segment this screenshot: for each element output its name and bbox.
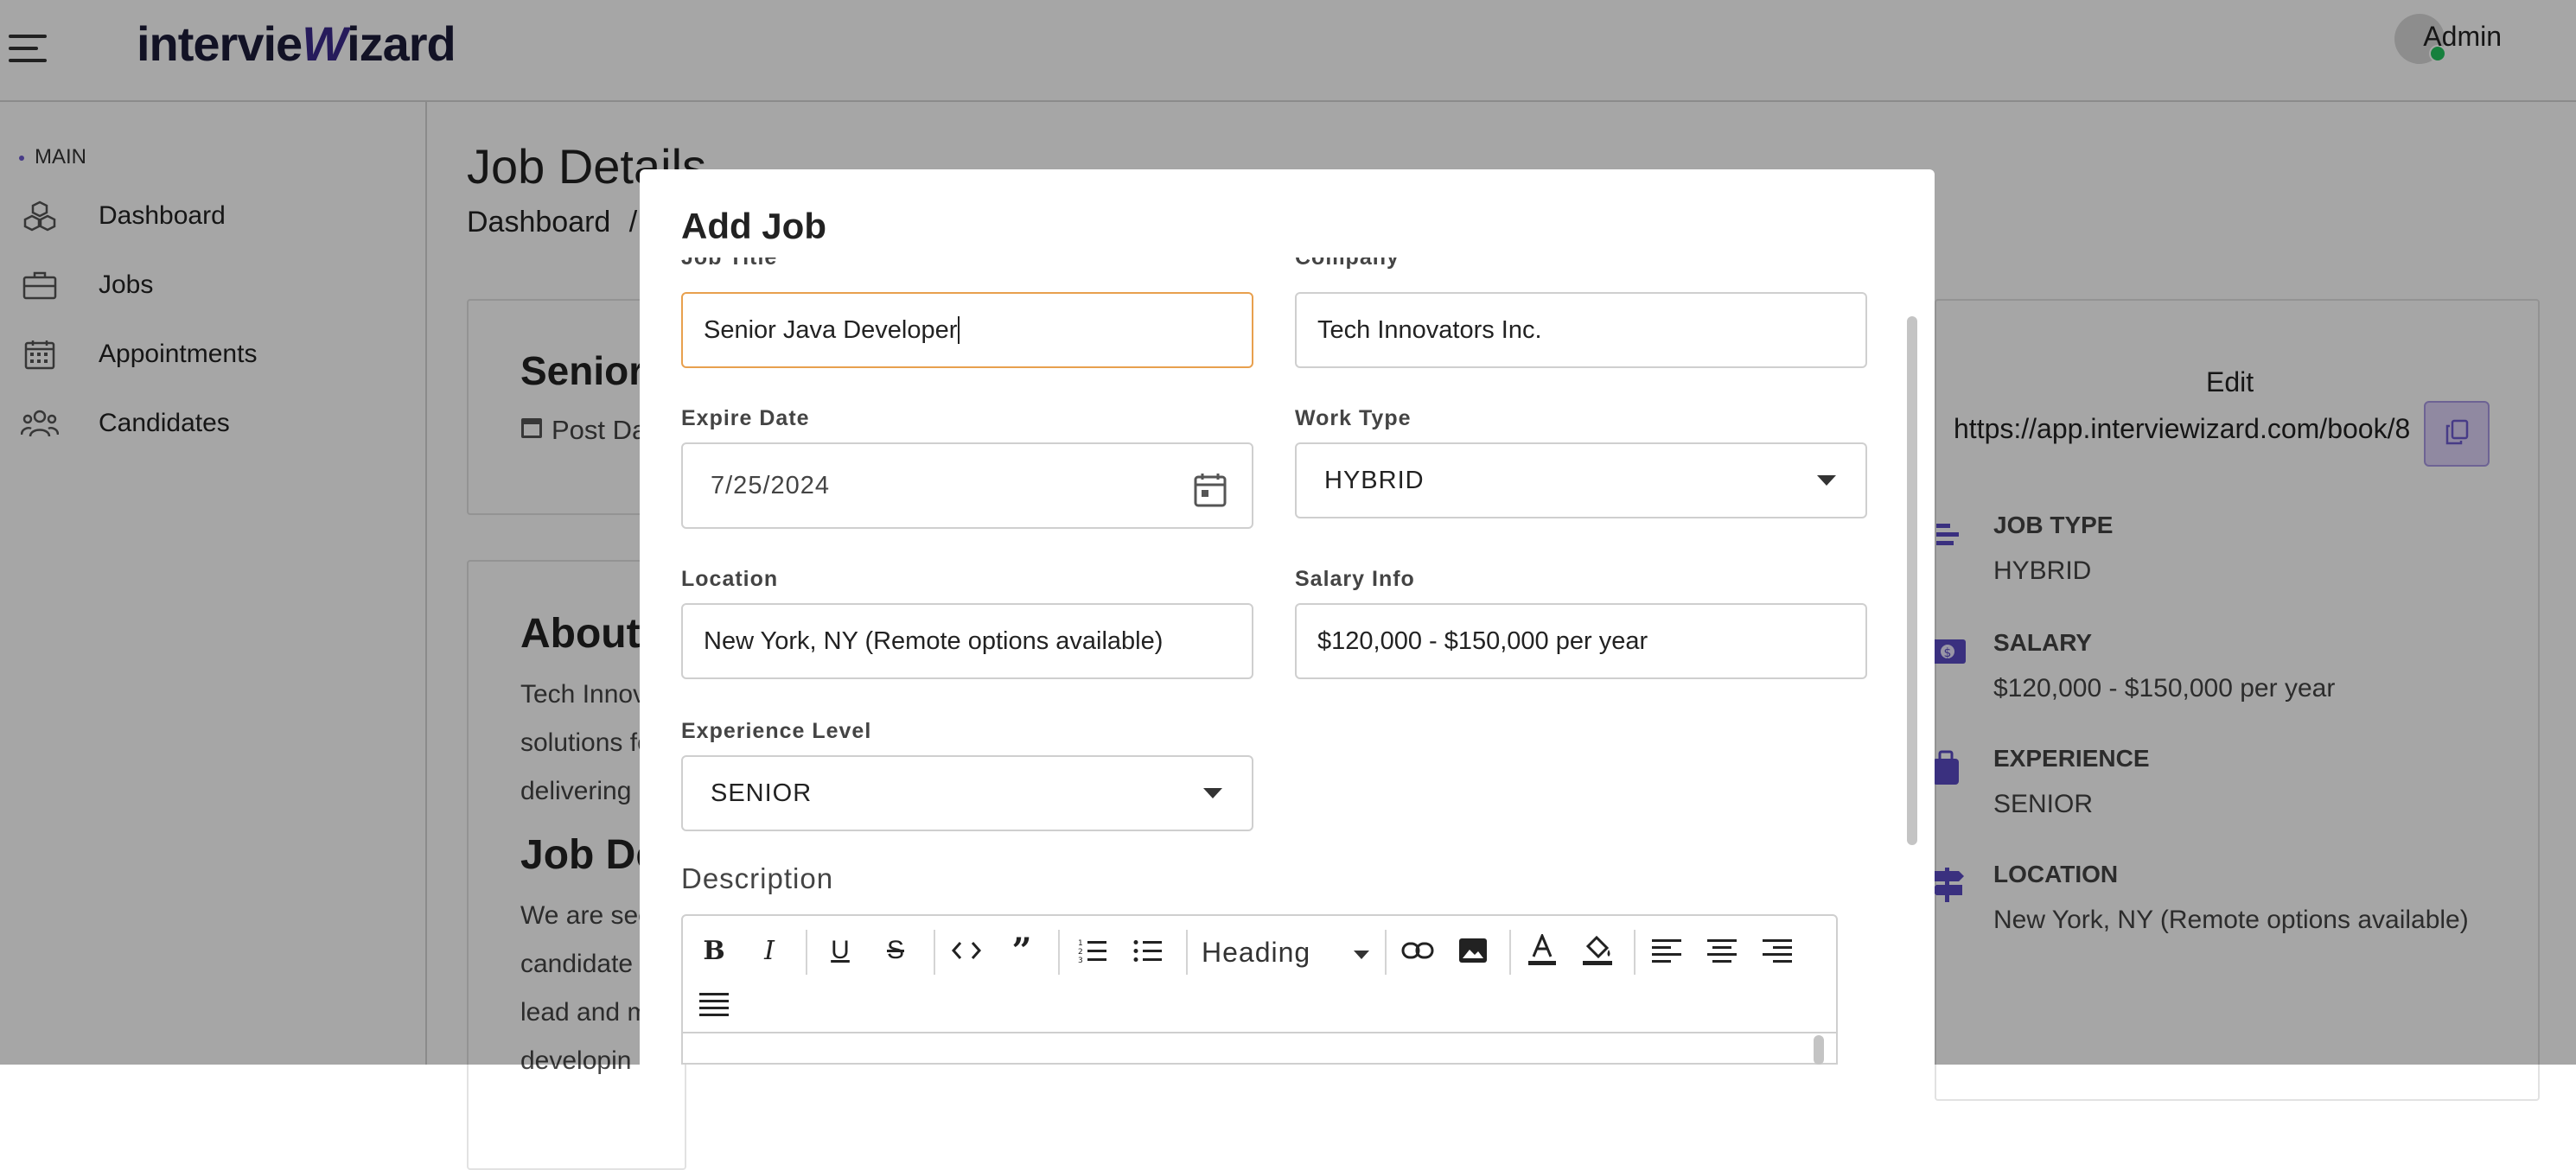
work-type-label: Work Type xyxy=(1295,406,1412,430)
job-title-input[interactable]: Senior Java Developer xyxy=(681,292,1253,368)
modal-scrollbar-thumb[interactable] xyxy=(1907,316,1917,845)
calendar-icon[interactable] xyxy=(1193,472,1227,515)
svg-text:1: 1 xyxy=(1078,939,1083,948)
chevron-down-icon xyxy=(1354,951,1369,959)
salary-info-input[interactable]: $120,000 - $150,000 per year xyxy=(1295,603,1867,679)
link-icon[interactable] xyxy=(1399,932,1437,970)
highlight-color-icon[interactable] xyxy=(1578,932,1616,970)
company-input[interactable]: Tech Innovators Inc. xyxy=(1295,292,1867,368)
italic-icon[interactable]: I xyxy=(750,932,788,970)
expire-date-input[interactable]: 7/25/2024 xyxy=(681,442,1253,529)
image-icon[interactable] xyxy=(1454,932,1492,970)
svg-text:3: 3 xyxy=(1078,957,1083,963)
text-color-icon[interactable] xyxy=(1523,932,1561,970)
location-label: Location xyxy=(681,567,779,591)
align-justify-icon[interactable] xyxy=(695,985,733,1023)
bold-icon[interactable]: B xyxy=(695,932,733,970)
job-title-label: Job Title xyxy=(681,258,778,270)
description-editor-toolbar: B I U S ” 123 Heading xyxy=(681,914,1838,1065)
bullet-list-icon[interactable] xyxy=(1129,932,1167,970)
chevron-down-icon xyxy=(1203,788,1222,798)
company-label: Company xyxy=(1295,258,1400,270)
experience-level-select[interactable]: SENIOR xyxy=(681,755,1253,831)
blockquote-icon[interactable]: ” xyxy=(1003,931,1041,971)
svg-text:2: 2 xyxy=(1078,948,1083,957)
chevron-down-icon xyxy=(1817,475,1836,486)
add-job-modal: Add Job Job Title Company Senior Java De… xyxy=(640,169,1935,1065)
work-type-select[interactable]: HYBRID xyxy=(1295,442,1867,518)
experience-level-label: Experience Level xyxy=(681,719,872,743)
underline-icon[interactable]: U xyxy=(821,932,859,970)
ordered-list-icon[interactable]: 123 xyxy=(1074,932,1112,970)
code-icon[interactable] xyxy=(947,932,985,970)
editor-scrollbar[interactable] xyxy=(1814,1035,1824,1065)
modal-title: Add Job xyxy=(681,206,826,246)
salary-info-label: Salary Info xyxy=(1295,567,1415,591)
align-center-icon[interactable] xyxy=(1703,932,1741,970)
location-input[interactable]: New York, NY (Remote options available) xyxy=(681,603,1253,679)
description-label: Description xyxy=(681,862,834,894)
align-right-icon[interactable] xyxy=(1758,932,1796,970)
expire-date-label: Expire Date xyxy=(681,406,810,430)
strikethrough-icon[interactable]: S xyxy=(877,932,915,970)
align-left-icon[interactable] xyxy=(1648,932,1686,970)
heading-select[interactable]: Heading xyxy=(1202,937,1374,971)
